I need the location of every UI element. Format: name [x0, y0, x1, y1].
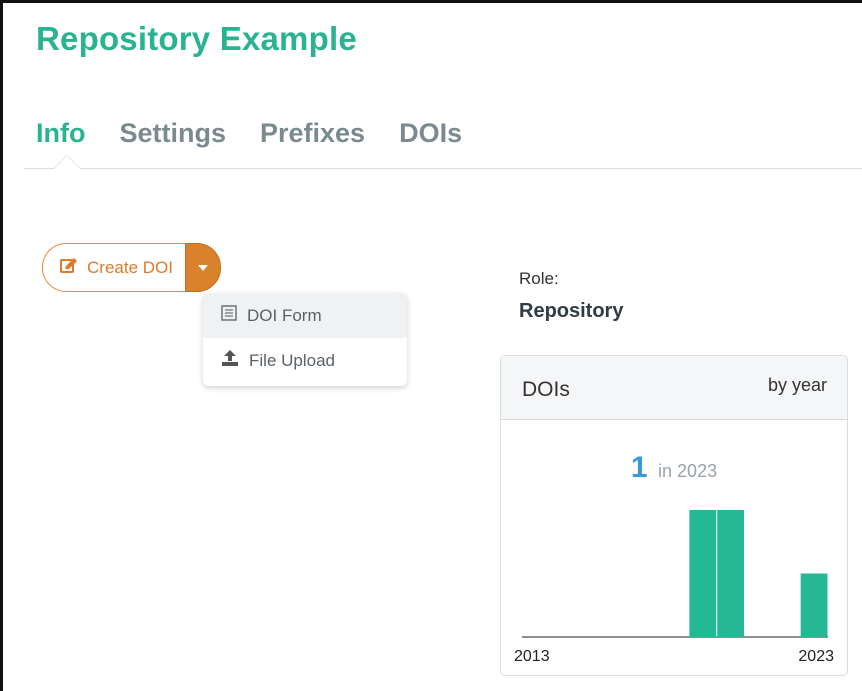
x-tick-label-end: 2023 [798, 648, 834, 665]
page-title: Repository Example [36, 20, 357, 57]
tab-divider [24, 168, 862, 169]
upload-icon [221, 349, 239, 372]
create-doi-button-group: Create DOI [42, 243, 221, 292]
bar-2019 [689, 510, 717, 637]
create-doi-button[interactable]: Create DOI [42, 243, 185, 292]
tab-info[interactable]: Info [36, 118, 85, 149]
menu-item-doi-form[interactable]: DOI Form [203, 293, 407, 338]
edit-icon [59, 256, 79, 279]
bar-2023 [800, 573, 828, 637]
active-tab-caret [53, 155, 81, 169]
create-doi-menu: DOI Form File Upload [203, 293, 407, 386]
create-doi-label: Create DOI [87, 257, 173, 277]
tab-bar: Info Settings Prefixes DOIs [36, 118, 462, 149]
tab-settings[interactable]: Settings [119, 118, 226, 149]
role-value: Repository [519, 300, 624, 322]
menu-item-label: File Upload [249, 350, 335, 370]
create-doi-dropdown-toggle[interactable] [184, 243, 221, 292]
caret-down-icon [197, 264, 208, 271]
x-tick-label-start: 2013 [514, 648, 550, 665]
form-icon [221, 305, 237, 326]
tab-prefixes[interactable]: Prefixes [260, 118, 365, 149]
role-label: Role: [519, 269, 559, 288]
menu-item-file-upload[interactable]: File Upload [203, 338, 407, 383]
bar-2020 [717, 510, 745, 637]
tab-dois[interactable]: DOIs [399, 118, 462, 149]
dois-panel: DOIs by year 1 in 2023 2013 2023 [500, 355, 848, 676]
dois-by-year-chart: 2013 2023 [514, 510, 834, 665]
menu-item-label: DOI Form [247, 305, 322, 325]
